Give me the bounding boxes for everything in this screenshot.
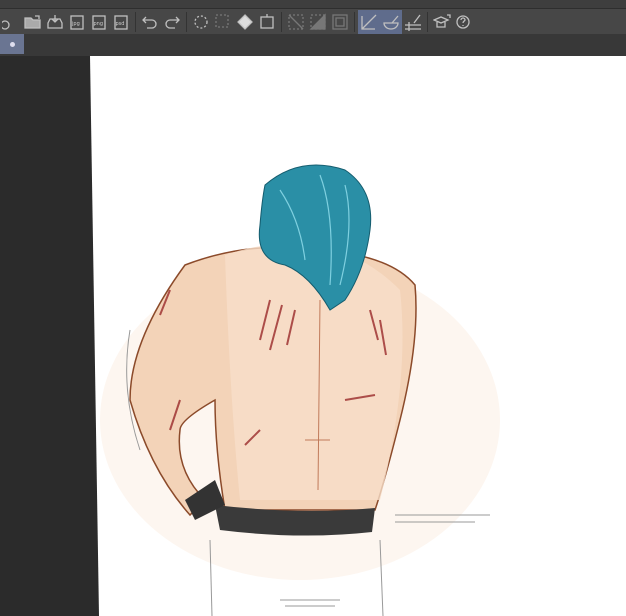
open-file-button[interactable] [22,10,44,34]
command-bar: jpg png psd [0,8,626,34]
new-file-button[interactable] [0,10,22,34]
fill-selection-icon [309,12,326,30]
snap-to-grid-button[interactable] [402,10,424,34]
new-file-icon [2,19,10,30]
save-button[interactable] [44,10,66,34]
snap-to-ruler-button[interactable] [358,9,380,34]
jpg-file-icon: jpg [70,14,84,30]
export-jpg-button[interactable]: jpg [66,10,88,34]
canvas[interactable] [0,56,626,616]
divider [186,11,187,32]
png-file-icon: png [92,14,106,30]
fill-button[interactable] [234,10,256,34]
transform-icon [260,13,274,29]
transform-button[interactable] [256,10,278,34]
invert-selection-icon [215,13,229,28]
canvas-area[interactable] [0,56,626,616]
save-icon [47,14,63,29]
title-strip [0,0,626,8]
invert-selection-button[interactable] [212,10,234,34]
document-tab[interactable] [0,34,24,54]
deselect-button[interactable] [190,10,212,34]
svg-text:png: png [94,21,104,27]
snap-ruler-icon [361,14,377,30]
redo-button[interactable] [161,10,183,34]
export-psd-button[interactable]: psd [110,10,132,34]
psd-file-icon: psd [114,14,128,30]
export-png-button[interactable]: png [88,10,110,34]
divider [427,11,428,32]
border-selection-icon [332,13,348,30]
undo-button[interactable] [139,10,161,34]
help-icon [456,14,470,29]
learn-button[interactable] [431,10,453,34]
snap-special-ruler-icon [383,15,399,30]
snap-to-special-ruler-button[interactable] [380,9,402,34]
unsaved-dot-icon [9,41,15,47]
divider [135,11,136,32]
clear-outside-button[interactable] [285,10,307,34]
fill-selection-button[interactable] [307,10,329,34]
svg-text:psd: psd [116,21,125,27]
deselect-icon [194,14,208,29]
document-tab-bar [0,34,626,56]
undo-icon [142,16,157,29]
svg-text:jpg: jpg [71,21,80,27]
redo-icon [165,16,180,29]
graduation-cap-icon [433,13,451,28]
help-button[interactable] [453,10,475,34]
folder-icon [24,14,41,29]
snap-grid-icon [405,14,421,31]
divider [354,11,355,32]
paint-bucket-icon [237,13,253,30]
border-selection-button[interactable] [329,10,351,34]
clear-outside-icon [288,13,304,30]
divider [281,11,282,32]
